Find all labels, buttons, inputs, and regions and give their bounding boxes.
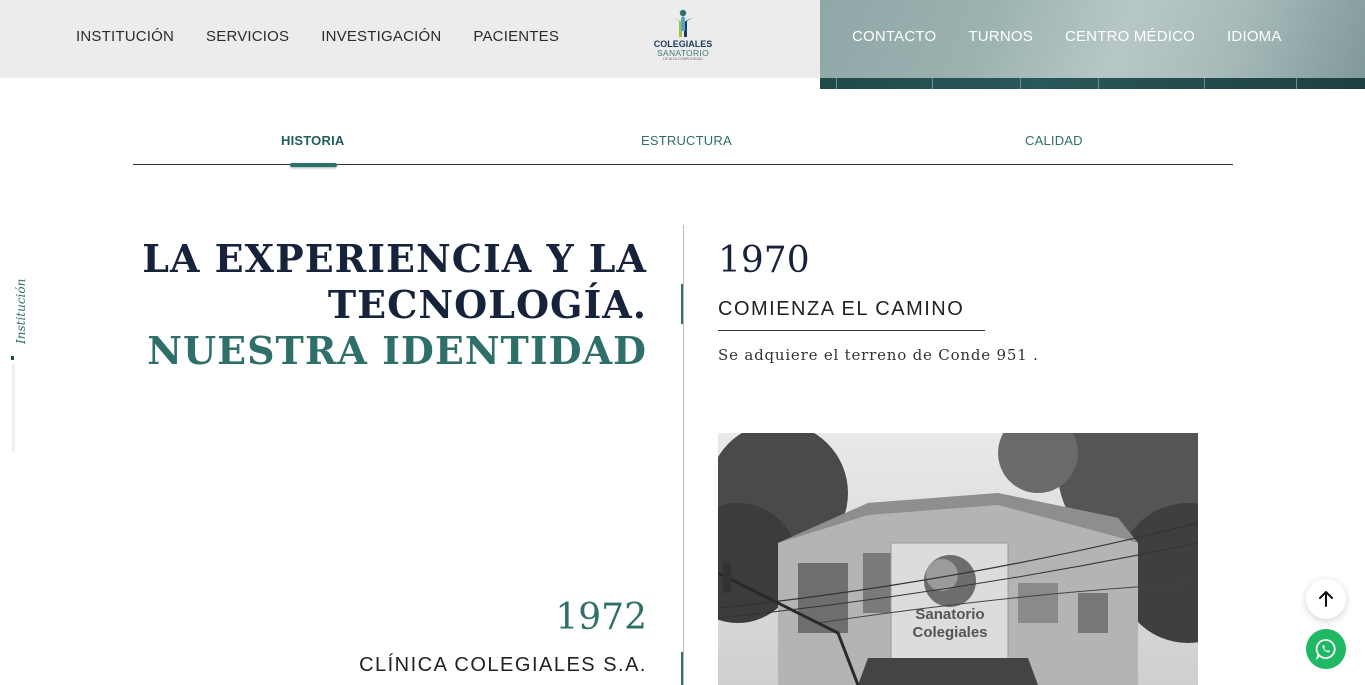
nav-idioma[interactable]: IDIOMA: [1227, 28, 1282, 45]
side-label: Institución: [14, 278, 28, 344]
nav-contacto[interactable]: CONTACTO: [852, 28, 936, 45]
sign-text-line-2: Colegiales: [912, 624, 987, 641]
title-line-3: NUESTRA IDENTIDAD: [147, 328, 647, 373]
tab-estructura[interactable]: ESTRUCTURA: [641, 133, 732, 148]
scroll-top-button[interactable]: [1306, 579, 1346, 619]
timeline-marker: [681, 284, 683, 324]
timeline-text: Se adquiere el terreno de Conde 951 .: [718, 346, 1039, 364]
timeline-year: 1972: [555, 597, 647, 638]
logo-figure-icon: [673, 9, 693, 37]
main-nav-left: INSTITUCIÓN SERVICIOS INVESTIGACIÓN PACI…: [76, 28, 559, 45]
title-line-2: TECNOLOGÍA.: [327, 282, 647, 327]
arrow-up-icon: [1319, 591, 1333, 607]
tab-calidad[interactable]: CALIDAD: [1025, 133, 1083, 148]
timeline-year: 1970: [718, 240, 810, 281]
active-tab-indicator: [290, 163, 337, 167]
page-title: LA EXPERIENCIA Y LA TECNOLOGÍA. NUESTRA …: [142, 236, 647, 374]
nav-turnos[interactable]: TURNOS: [968, 28, 1033, 45]
nav-servicios[interactable]: SERVICIOS: [206, 28, 289, 45]
logo-text-sanatorio: SANATORIO: [657, 48, 709, 58]
title-line-1: LA EXPERIENCIA Y LA: [142, 236, 647, 281]
nav-pacientes[interactable]: PACIENTES: [473, 28, 559, 45]
timeline-marker: [681, 652, 683, 685]
historic-building-photo: Sanatorio Colegiales: [718, 433, 1198, 685]
timeline-title: CLÍNICA COLEGIALES S.A.: [359, 654, 647, 676]
nav-institucion[interactable]: INSTITUCIÓN: [76, 28, 174, 45]
timeline-axis: [683, 225, 684, 685]
tab-historia[interactable]: HISTORIA: [281, 133, 344, 148]
timeline-title: COMIENZA EL CAMINO: [718, 298, 985, 331]
main-nav-right: CONTACTO TURNOS CENTRO MÉDICO IDIOMA: [852, 28, 1282, 45]
site-logo[interactable]: COLEGIALES SANATORIO DE ALTA COMPLEJIDAD: [650, 9, 716, 69]
side-section-indicator: Institución: [0, 270, 28, 460]
nav-centro-medico[interactable]: CENTRO MÉDICO: [1065, 28, 1195, 45]
side-progress-bar: [12, 364, 14, 452]
nav-investigacion[interactable]: INVESTIGACIÓN: [321, 28, 441, 45]
section-tabs: HISTORIA ESTRUCTURA CALIDAD: [133, 130, 1233, 167]
whatsapp-button[interactable]: [1306, 629, 1346, 669]
whatsapp-icon: [1315, 639, 1336, 660]
side-dash: [11, 356, 14, 360]
